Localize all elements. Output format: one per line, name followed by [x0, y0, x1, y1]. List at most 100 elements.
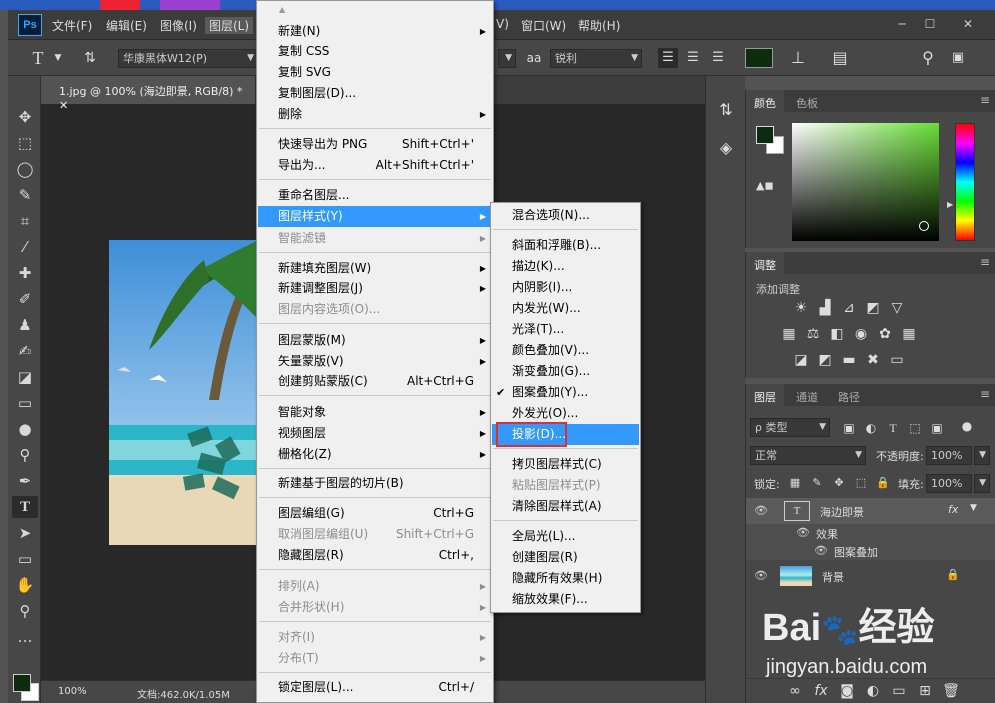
vibrance-icon[interactable]: ▽: [888, 300, 906, 316]
eyedropper-tool-icon[interactable]: ⁄: [12, 236, 38, 258]
foreground-color-swatch[interactable]: [13, 674, 31, 692]
fx-icon[interactable]: fx: [948, 503, 958, 516]
type-tool-icon[interactable]: T: [12, 496, 38, 518]
font-size-select[interactable]: ▼: [498, 49, 516, 68]
healing-brush-tool-icon[interactable]: ✚: [12, 262, 38, 284]
lock-position-icon[interactable]: ✥: [830, 475, 848, 491]
text-color-swatch[interactable]: [745, 48, 773, 68]
path-select-tool-icon[interactable]: ➤: [12, 522, 38, 544]
blur-tool-icon[interactable]: ●: [12, 418, 38, 440]
scroll-up-icon[interactable]: ▲: [279, 5, 285, 14]
threshold-icon[interactable]: ▬: [840, 352, 858, 368]
close-icon[interactable]: ✕: [59, 99, 68, 112]
menu-item-new-fill-layer[interactable]: 新建填充图层(W) ▶: [258, 258, 492, 279]
menu-item-distribute[interactable]: 分布(T) ▶: [258, 648, 492, 669]
menu-item-duplicate-layer[interactable]: 复制图层(D)...: [258, 83, 492, 104]
menu-help[interactable]: 帮助(H): [578, 17, 620, 34]
document-tab[interactable]: 1.jpg @ 100% (海边即景, RGB/8) * ✕: [41, 76, 256, 112]
menu-item-delete[interactable]: 删除 ▶: [258, 104, 492, 125]
clone-stamp-tool-icon[interactable]: ♟: [12, 314, 38, 336]
menu-item-layer-content-options[interactable]: 图层内容选项(O)...: [258, 299, 492, 320]
menu-item-export-as[interactable]: 导出为... Alt+Shift+Ctrl+': [258, 155, 492, 176]
menu-item-smart-filter[interactable]: 智能滤镜 ▶: [258, 228, 492, 249]
link-icon[interactable]: ∞: [786, 683, 804, 699]
align-right-icon[interactable]: ☰: [708, 48, 728, 68]
menu-item-copy-svg[interactable]: 复制 SVG: [258, 62, 492, 83]
effects-row[interactable]: 👁 效果: [746, 524, 995, 542]
tab-color[interactable]: 颜色: [746, 90, 784, 112]
menu-partial[interactable]: V): [496, 17, 509, 31]
workspace-icon[interactable]: ▣: [948, 48, 968, 68]
menu-item-group-layers[interactable]: 图层编组(G) Ctrl+G: [258, 503, 492, 524]
chevron-down-icon[interactable]: ▼: [970, 503, 977, 513]
menu-item-new-adjustment-layer[interactable]: 新建调整图层(J) ▶: [258, 278, 492, 299]
layer-row[interactable]: 👁 背景 🔒: [746, 564, 995, 588]
menu-layer[interactable]: 图层(L): [205, 17, 254, 34]
hue-saturation-icon[interactable]: ▦: [780, 326, 798, 342]
tab-layers[interactable]: 图层: [746, 384, 784, 406]
menu-item-color-overlay[interactable]: 颜色叠加(V)...: [492, 340, 639, 361]
tab-adjustments[interactable]: 调整: [746, 252, 784, 274]
history-panel-icon[interactable]: ⇅: [717, 102, 735, 118]
antialias-select[interactable]: 锐利 ▼: [550, 49, 642, 68]
fill-dropdown[interactable]: ▼: [974, 474, 990, 493]
menu-item-combine-shapes[interactable]: 合并形状(H) ▶: [258, 597, 492, 618]
orientation-toggle-icon[interactable]: ⇅: [80, 48, 100, 68]
layer-filter-select[interactable]: ρ 类型 ▼: [750, 418, 830, 437]
visibility-eye-icon[interactable]: 👁: [796, 526, 810, 539]
menu-item-clear-layer-style[interactable]: 清除图层样式(A): [492, 496, 639, 517]
quick-select-tool-icon[interactable]: ✎: [12, 184, 38, 206]
menu-item-hide-layers[interactable]: 隐藏图层(R) Ctrl+,: [258, 545, 492, 566]
align-center-icon[interactable]: ☰: [683, 48, 703, 68]
menu-file[interactable]: 文件(F): [52, 17, 92, 34]
gradient-map-icon[interactable]: ▭: [888, 352, 906, 368]
menu-window[interactable]: 窗口(W): [521, 17, 566, 34]
mask-icon[interactable]: ◙: [838, 683, 856, 699]
posterize-icon[interactable]: ◩: [816, 352, 834, 368]
filter-shape-icon[interactable]: ⬚: [906, 420, 924, 436]
lock-pixels-icon[interactable]: ✎: [808, 475, 826, 491]
crop-tool-icon[interactable]: ⌗: [12, 210, 38, 232]
menu-item-blending-options[interactable]: 混合选项(N)...: [492, 205, 639, 226]
menu-item-video-layers[interactable]: 视频图层 ▶: [258, 423, 492, 444]
maximize-button[interactable]: ☐: [916, 14, 944, 34]
filter-adjust-icon[interactable]: ◐: [862, 420, 880, 436]
menu-item-inner-shadow[interactable]: 内阴影(I)...: [492, 277, 639, 298]
shape-tool-icon[interactable]: ▭: [12, 548, 38, 570]
menu-item-create-layers[interactable]: 创建图层(R): [492, 547, 639, 568]
menu-item-satin[interactable]: 光泽(T)...: [492, 319, 639, 340]
chevron-down-icon[interactable]: ▼: [48, 48, 68, 68]
panel-menu-icon[interactable]: ≡: [980, 93, 990, 107]
menu-item-clipping-mask[interactable]: 创建剪贴蒙版(C) Alt+Ctrl+G: [258, 371, 492, 392]
selective-color-icon[interactable]: ✖: [864, 352, 882, 368]
menu-item-bevel-emboss[interactable]: 斜面和浮雕(B)...: [492, 235, 639, 256]
menu-item-pattern-overlay[interactable]: ✔ 图案叠加(Y)...: [492, 382, 639, 403]
filter-smart-icon[interactable]: ▣: [928, 420, 946, 436]
lock-all-icon[interactable]: 🔒: [874, 475, 892, 491]
filter-pixel-icon[interactable]: ▣: [840, 420, 858, 436]
color-picker-cursor[interactable]: [919, 221, 929, 231]
lock-artboard-icon[interactable]: ⬚: [852, 475, 870, 491]
hand-tool-icon[interactable]: ✋: [12, 574, 38, 596]
menu-edit[interactable]: 编辑(E): [106, 17, 147, 34]
visibility-eye-icon[interactable]: 👁: [814, 544, 828, 557]
menu-item-scale-effects[interactable]: 缩放效果(F)...: [492, 589, 639, 610]
layer-name[interactable]: 背景: [822, 569, 844, 585]
opacity-dropdown[interactable]: ▼: [974, 446, 990, 465]
new-layer-icon[interactable]: ⊞: [916, 683, 934, 699]
menu-item-lock-layers[interactable]: 锁定图层(L)... Ctrl+/: [258, 677, 492, 698]
foreground-color-swatch[interactable]: [756, 126, 774, 144]
character-panel-icon[interactable]: ▤: [830, 48, 850, 68]
warp-text-icon[interactable]: ⊥: [788, 48, 808, 68]
visibility-eye-icon[interactable]: 👁: [754, 504, 768, 517]
lasso-tool-icon[interactable]: ◯: [12, 158, 38, 180]
menu-item-rasterize[interactable]: 栅格化(Z) ▶: [258, 444, 492, 465]
gradient-tool-icon[interactable]: ▭: [12, 392, 38, 414]
menu-item-paste-layer-style[interactable]: 粘贴图层样式(P): [492, 475, 639, 496]
photo-filter-icon[interactable]: ◉: [852, 326, 870, 342]
layer-name[interactable]: 海边即景: [820, 504, 864, 520]
zoom-tool-icon[interactable]: ⚲: [12, 600, 38, 622]
color-picker-field[interactable]: [792, 123, 939, 241]
type-tool-icon[interactable]: T: [28, 48, 48, 68]
blend-mode-select[interactable]: 正常 ▼: [750, 446, 866, 465]
